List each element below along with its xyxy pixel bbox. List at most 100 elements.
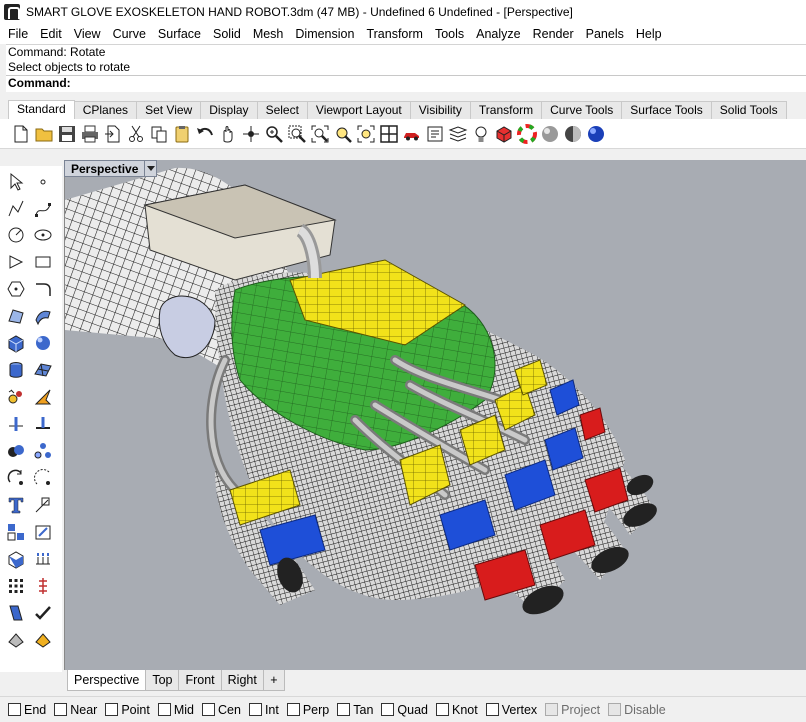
- menu-help[interactable]: Help: [630, 25, 668, 43]
- history-icon[interactable]: [3, 601, 29, 625]
- checkbox[interactable]: [248, 703, 262, 716]
- car-icon[interactable]: [400, 121, 423, 147]
- add-viewport-tab-button[interactable]: +: [262, 670, 285, 691]
- menu-view[interactable]: View: [68, 25, 107, 43]
- viewport-tab-perspective[interactable]: Perspective: [67, 670, 147, 691]
- osnap-perp[interactable]: Perp: [286, 703, 329, 717]
- osnap-cen[interactable]: Cen: [202, 703, 241, 717]
- block-icon[interactable]: [3, 547, 29, 571]
- undo-icon[interactable]: [193, 121, 216, 147]
- menu-mesh[interactable]: Mesh: [247, 25, 290, 43]
- check-icon[interactable]: [30, 601, 56, 625]
- perspective-viewport[interactable]: [64, 160, 806, 670]
- tab-standard[interactable]: Standard: [8, 100, 75, 119]
- rotate-3d-icon[interactable]: [30, 466, 56, 490]
- checkbox[interactable]: [337, 703, 351, 716]
- menu-panels[interactable]: Panels: [580, 25, 630, 43]
- save-icon[interactable]: [55, 121, 78, 147]
- rendered-icon[interactable]: [561, 121, 584, 147]
- menu-edit[interactable]: Edit: [34, 25, 68, 43]
- zoom-icon[interactable]: [262, 121, 285, 147]
- viewport-tab-front[interactable]: Front: [178, 670, 222, 691]
- array-icon[interactable]: [30, 547, 56, 571]
- menu-curve[interactable]: Curve: [107, 25, 152, 43]
- lock-icon[interactable]: [30, 628, 56, 652]
- checkbox[interactable]: [545, 703, 559, 716]
- viewport-tab-right[interactable]: Right: [220, 670, 264, 691]
- osnap-knot[interactable]: Knot: [436, 703, 478, 717]
- menu-tools[interactable]: Tools: [429, 25, 470, 43]
- material-icon[interactable]: [492, 121, 515, 147]
- fillet-curve-icon[interactable]: [30, 277, 56, 301]
- shaded-icon[interactable]: [538, 121, 561, 147]
- command-input[interactable]: Command:: [6, 75, 806, 90]
- checkbox[interactable]: [286, 703, 300, 716]
- boolean-union-icon[interactable]: [3, 439, 29, 463]
- tab-transform[interactable]: Transform: [469, 101, 543, 119]
- rotate-icon[interactable]: [3, 466, 29, 490]
- osnap-point[interactable]: Point: [105, 703, 150, 717]
- osnap-project[interactable]: Project: [545, 703, 600, 717]
- surface-corner-icon[interactable]: [3, 304, 29, 328]
- menu-dimension[interactable]: Dimension: [289, 25, 360, 43]
- checkbox[interactable]: [202, 703, 215, 716]
- osnap-near[interactable]: Near: [54, 703, 97, 717]
- circle-icon[interactable]: [3, 223, 29, 247]
- osnap-int[interactable]: Int: [248, 703, 279, 717]
- color-wheel-icon[interactable]: [515, 121, 538, 147]
- sphere-icon[interactable]: [584, 121, 607, 147]
- polygon-icon[interactable]: [3, 277, 29, 301]
- open-icon[interactable]: [32, 121, 55, 147]
- osnap-quad[interactable]: Quad: [381, 703, 428, 717]
- drafting-icon[interactable]: [30, 520, 56, 544]
- tab-curve-tools[interactable]: Curve Tools: [541, 101, 623, 119]
- osnap-mid[interactable]: Mid: [157, 703, 194, 717]
- properties-icon[interactable]: [423, 121, 446, 147]
- text-icon[interactable]: [3, 493, 29, 517]
- dimension-icon[interactable]: [30, 493, 56, 517]
- grid-array-icon[interactable]: [3, 574, 29, 598]
- select-arrow-icon[interactable]: [3, 170, 29, 194]
- tab-select[interactable]: Select: [256, 101, 308, 119]
- menu-surface[interactable]: Surface: [152, 25, 207, 43]
- transform-gumball-icon[interactable]: [3, 385, 29, 409]
- osnap-end[interactable]: End: [8, 703, 46, 717]
- menu-transform[interactable]: Transform: [360, 25, 429, 43]
- ellipse-icon[interactable]: [30, 223, 56, 247]
- polyline-icon[interactable]: [3, 197, 29, 221]
- osnap-vertex[interactable]: Vertex: [485, 703, 537, 717]
- tab-surface-tools[interactable]: Surface Tools: [621, 101, 712, 119]
- new-icon[interactable]: [9, 121, 32, 147]
- arc-icon[interactable]: [3, 250, 29, 274]
- checkbox[interactable]: [105, 703, 119, 716]
- tab-display[interactable]: Display: [200, 101, 258, 119]
- layer-icon[interactable]: [446, 121, 469, 147]
- tab-cplanes[interactable]: CPlanes: [73, 101, 138, 119]
- light-icon[interactable]: [469, 121, 492, 147]
- checkbox[interactable]: [381, 703, 395, 716]
- viewport-tab-top[interactable]: Top: [145, 670, 180, 691]
- menu-render[interactable]: Render: [527, 25, 580, 43]
- checkbox[interactable]: [608, 703, 622, 716]
- zoom-selected-icon[interactable]: [331, 121, 354, 147]
- tab-solid-tools[interactable]: Solid Tools: [710, 101, 787, 119]
- osnap-tan[interactable]: Tan: [337, 703, 373, 717]
- viewport-menu-arrow-icon[interactable]: [144, 161, 156, 176]
- trim-icon[interactable]: [30, 412, 56, 436]
- tab-set-view[interactable]: Set View: [136, 101, 202, 119]
- point-icon[interactable]: [30, 170, 56, 194]
- rotate-view-icon[interactable]: [239, 121, 262, 147]
- import-icon[interactable]: [101, 121, 124, 147]
- viewport-title[interactable]: Perspective: [64, 160, 158, 177]
- hand-exoskeleton-model[interactable]: [65, 160, 806, 670]
- paste-icon[interactable]: [170, 121, 193, 147]
- cylinder-icon[interactable]: [3, 358, 29, 382]
- viewport-grid-icon[interactable]: [377, 121, 400, 147]
- rhino-app-icon[interactable]: [4, 4, 20, 20]
- surface-extrude-icon[interactable]: [30, 304, 56, 328]
- zoom-all-icon[interactable]: [354, 121, 377, 147]
- boolean-split-icon[interactable]: [30, 439, 56, 463]
- checkbox[interactable]: [8, 703, 21, 716]
- analyze-icon[interactable]: [30, 574, 56, 598]
- flow-icon[interactable]: [30, 385, 56, 409]
